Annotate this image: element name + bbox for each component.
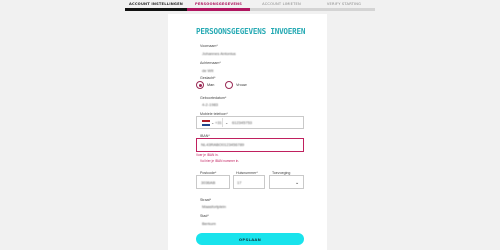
last-name-label: Achternaam*: [200, 61, 221, 65]
mobile-field[interactable]: 612345753: [232, 120, 252, 125]
gender-option-label: Vrouw: [236, 83, 247, 87]
iban-field[interactable]: NL43RABO0123456789: [201, 142, 244, 147]
iban-error-hint: Vul hier je IBAN nummer in.: [200, 159, 240, 163]
step-label: Verify Starting: [326, 2, 362, 6]
chevron-down-icon: ⌄: [225, 119, 229, 125]
step-personal-details: Persoonsgegevens: [187, 0, 250, 12]
step-bar: [250, 8, 313, 11]
last-name-field[interactable]: de Wit: [202, 68, 213, 73]
street-label: Straat*: [200, 198, 211, 202]
step-bar: [313, 8, 375, 11]
page-title: PERSOONSGEGEVENS INVOEREN: [196, 27, 306, 36]
first-name-field[interactable]: Johannes Antonius: [202, 51, 236, 56]
city-label: Stad*: [200, 214, 209, 218]
step-verify: Verify Starting: [313, 0, 375, 12]
house-number-field[interactable]: 17: [237, 180, 241, 185]
radio-unchecked-icon[interactable]: [225, 81, 233, 89]
first-name-label: Voornaam*: [200, 44, 218, 48]
street-field[interactable]: Maasfortplein: [202, 204, 226, 209]
gender-option-label: Man: [207, 83, 215, 87]
step-label: Account instellingen: [129, 2, 183, 6]
gender-option-female[interactable]: Vrouw: [225, 80, 247, 90]
city-field[interactable]: Berkum: [202, 221, 216, 226]
netherlands-flag-icon[interactable]: [202, 120, 210, 126]
radio-checked-icon[interactable]: [196, 81, 204, 89]
form-card: [168, 14, 327, 250]
iban-error-text: Voer je IBAN in.: [196, 153, 219, 157]
step-account-limits: Account Limieten: [250, 0, 313, 12]
step-label: Persoonsgegevens: [195, 2, 242, 6]
birthdate-field[interactable]: 4-2-1983: [202, 102, 218, 107]
gender-option-male[interactable]: Man: [196, 80, 214, 90]
progress-steps: Account instellingen Persoonsgegevens Ac…: [125, 0, 375, 12]
step-account-settings: Account instellingen: [125, 0, 187, 12]
step-bar: [125, 8, 187, 11]
save-button[interactable]: Opslaan: [196, 233, 304, 245]
step-bar: [187, 8, 250, 11]
country-code: +31: [215, 120, 222, 125]
divider: [222, 118, 223, 127]
chevron-down-icon[interactable]: ⌄: [211, 120, 214, 125]
step-label: Account Limieten: [262, 2, 301, 6]
chevron-down-icon[interactable]: ⌄: [295, 180, 299, 186]
postcode-field[interactable]: 3036AB: [201, 180, 215, 185]
birthdate-label: Geboortedatum*: [200, 96, 227, 100]
